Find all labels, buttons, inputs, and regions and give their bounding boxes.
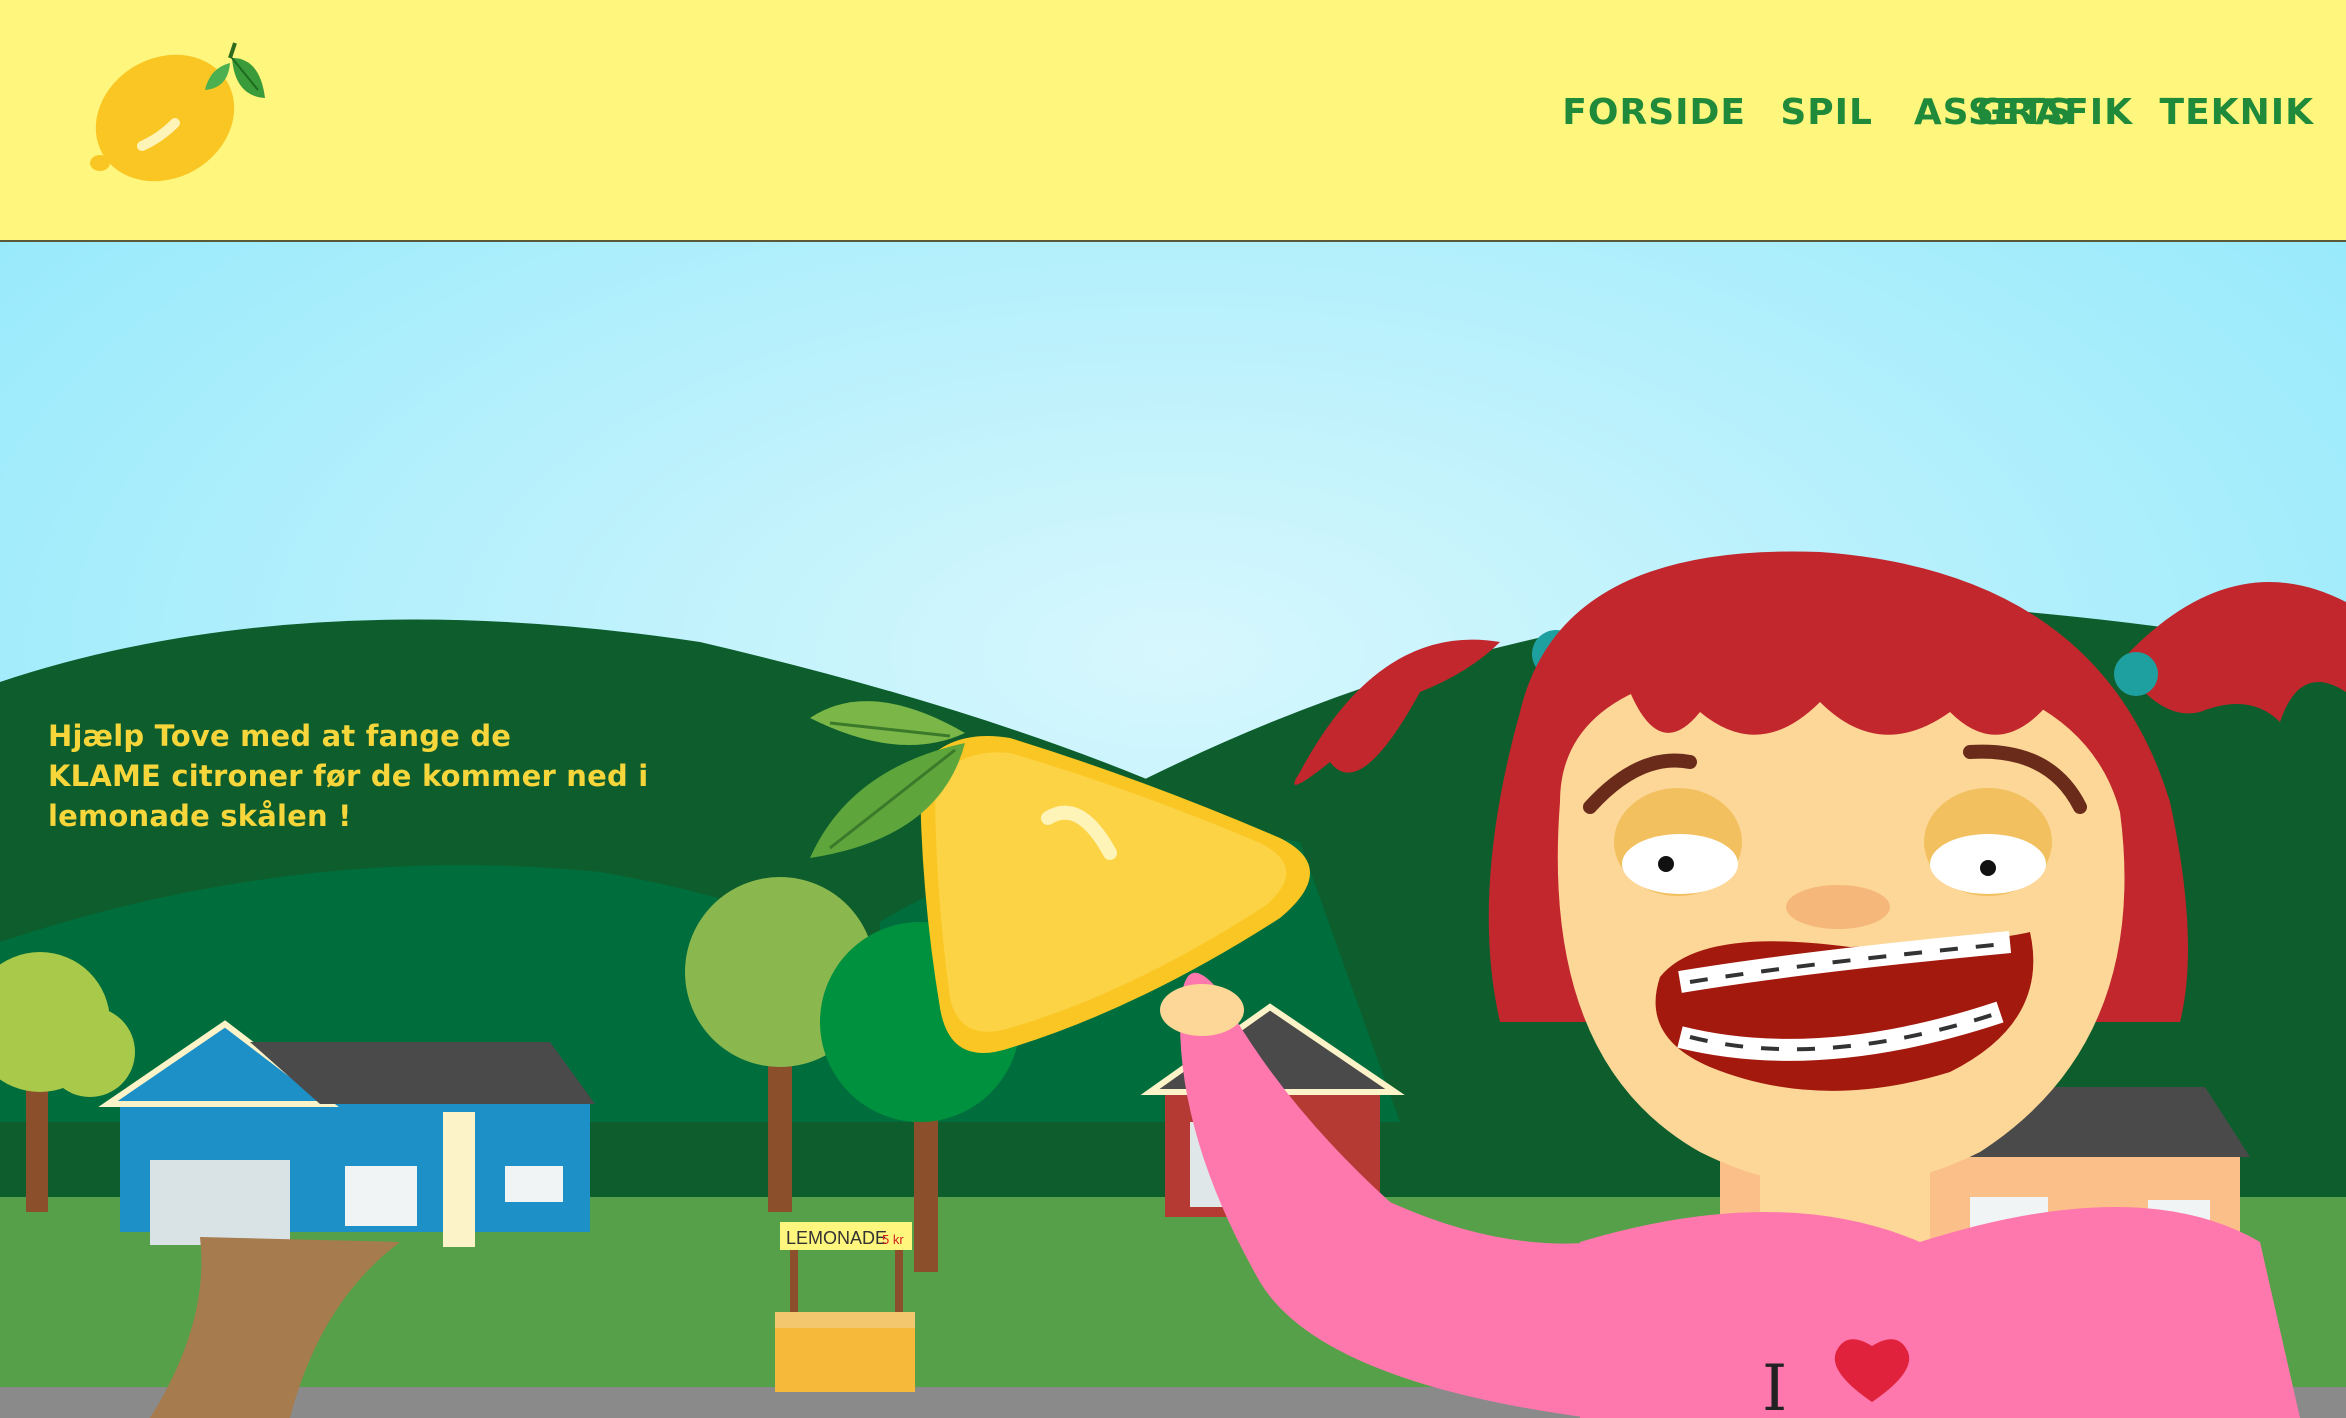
nav-forside[interactable]: FORSIDE [1562,92,1746,133]
play-button[interactable] [810,688,1330,1108]
nav-teknik[interactable]: TEKNIK [2160,92,2314,133]
nav-spil[interactable]: SPIL [1780,92,1873,133]
stand-sign: LEMONADE [786,1228,887,1248]
intro-text: Hjælp Tove med at fange de KLAME citrone… [48,716,648,836]
intro-line: Hjælp Tove med at fange de [48,719,512,753]
stand-price: 5 kr [882,1232,904,1247]
hero-scene: LEMONADE 5 kr I Hjælp Tove med at fange … [0,242,2346,1418]
shirt-text: I [1762,1352,1787,1418]
shirt [1580,1207,2300,1418]
home-logo[interactable] [80,28,280,188]
intro-line: KLAME citroner før de kommer ned i [48,759,649,793]
lemon-play-icon [810,701,1310,1053]
nav-assets[interactable]: ASSETS [1914,92,2073,133]
site-header: FORSIDE SPIL GRAFIK ASSETS TEKNIK [0,0,2346,242]
hair-tie-right [2114,652,2158,696]
blue-house [98,1020,595,1247]
lemon-icon [90,42,265,182]
intro-line: lemonade skålen ! [48,799,352,833]
